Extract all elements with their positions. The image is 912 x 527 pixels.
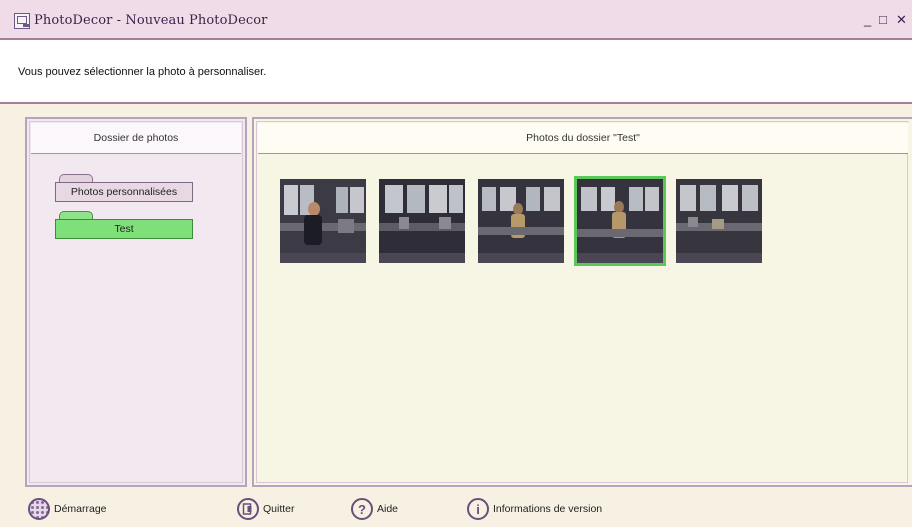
window-title: PhotoDecor - Nouveau PhotoDecor bbox=[34, 13, 268, 28]
instruction-text: Vous pouvez sélectionner la photo à pers… bbox=[18, 66, 267, 78]
office-photo-thumbnail bbox=[478, 179, 564, 263]
photo-panel-title: Photos du dossier "Test" bbox=[258, 123, 908, 154]
office-photo-thumbnail bbox=[676, 179, 762, 263]
photo-thumbnail[interactable] bbox=[379, 179, 465, 263]
folder-label: Test bbox=[55, 219, 193, 239]
question-mark-icon: ? bbox=[351, 498, 373, 520]
photo-thumbnail-selected[interactable] bbox=[574, 176, 666, 266]
version-info-label: Informations de version bbox=[493, 503, 603, 515]
minimize-button[interactable]: _ bbox=[864, 12, 871, 28]
start-button[interactable]: Démarrage bbox=[28, 497, 107, 521]
quit-label: Quitter bbox=[263, 503, 295, 515]
door-exit-icon bbox=[237, 498, 259, 520]
folder-panel-title: Dossier de photos bbox=[31, 123, 241, 154]
instruction-bar: Vous pouvez sélectionner la photo à pers… bbox=[0, 40, 912, 104]
office-photo-thumbnail bbox=[280, 179, 366, 263]
footer-toolbar: Démarrage Quitter ? Aide i Informations … bbox=[0, 487, 912, 527]
title-bar: PhotoDecor - Nouveau PhotoDecor _ □ ✕ bbox=[0, 0, 912, 40]
quit-button[interactable]: Quitter bbox=[237, 497, 295, 521]
photo-thumbnail[interactable] bbox=[280, 179, 366, 263]
photo-thumbnail[interactable] bbox=[478, 179, 564, 263]
app-icon bbox=[14, 13, 30, 29]
photo-panel: Photos du dossier "Test" bbox=[252, 117, 912, 487]
maximize-button[interactable]: □ bbox=[879, 12, 887, 28]
folder-panel: Dossier de photos Photos personnalisées … bbox=[25, 117, 247, 487]
close-button[interactable]: ✕ bbox=[896, 12, 907, 28]
help-label: Aide bbox=[377, 503, 399, 515]
version-info-button[interactable]: i Informations de version bbox=[467, 497, 602, 521]
folder-label: Photos personnalisées bbox=[55, 182, 193, 202]
office-photo-thumbnail bbox=[379, 179, 465, 263]
grid-circle-icon bbox=[28, 498, 50, 520]
photo-thumbnail[interactable] bbox=[676, 179, 762, 263]
office-photo-thumbnail bbox=[577, 179, 663, 263]
help-button[interactable]: ? Aide bbox=[351, 497, 398, 521]
start-label: Démarrage bbox=[54, 503, 107, 515]
info-icon: i bbox=[467, 498, 489, 520]
